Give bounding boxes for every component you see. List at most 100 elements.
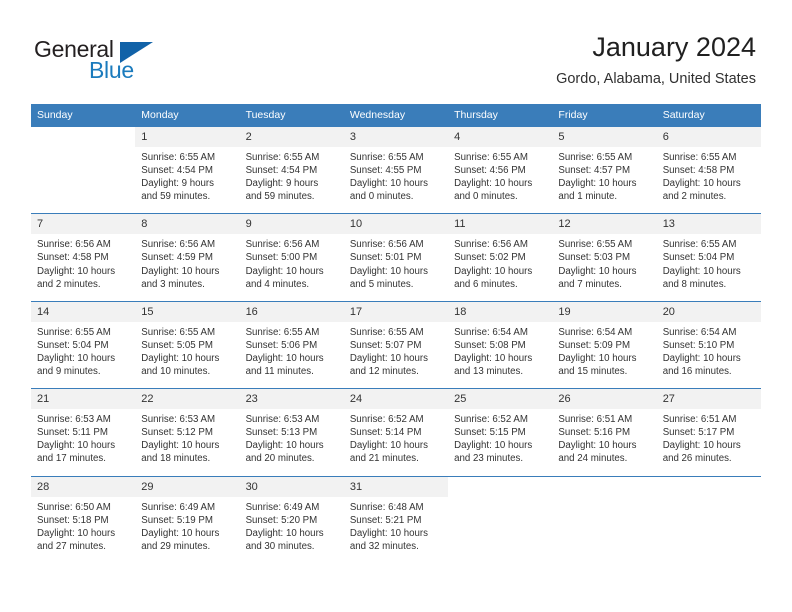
calendar-day-cell[interactable]: 12 Sunrise: 6:55 AM Sunset: 5:03 PM Dayligh…: [552, 213, 657, 301]
sunrise-time: Sunrise: 6:56 AM: [37, 239, 111, 251]
calendar-day-cell[interactable]: 1 Sunrise: 6:55 AM Sunset: 4:54 PM Daylight…: [135, 126, 240, 214]
calendar-day-cell[interactable]: 14 Sunrise: 6:55 AM Sunset: 5:04 PM Dayligh…: [31, 300, 136, 389]
daylight-duration-line2: and 7 minutes.: [558, 278, 622, 290]
day-sun-info: [31, 147, 136, 203]
calendar-day-cell[interactable]: 3 Sunrise: 6:55 AM Sunset: 4:55 PM Daylight…: [343, 126, 449, 214]
daylight-duration-line2: and 6 minutes.: [454, 278, 518, 290]
day-sun-info: Sunrise: 6:55 AM Sunset: 4:57 PM Daylight:…: [552, 147, 657, 214]
day-sun-info: Sunrise: 6:55 AM Sunset: 5:04 PM Daylight:…: [656, 234, 761, 301]
calendar-day-cell[interactable]: 23 Sunrise: 6:53 AM Sunset: 5:13 PM Dayligh…: [239, 388, 344, 476]
calendar-day-cell[interactable]: 28 Sunrise: 6:50 AM Sunset: 5:18 PM Dayligh…: [31, 475, 136, 563]
calendar-day-cell[interactable]: 18 Sunrise: 6:54 AM Sunset: 5:08 PM Dayligh…: [448, 300, 553, 389]
calendar-day-cell[interactable]: 8 Sunrise: 6:56 AM Sunset: 4:59 PM Daylight…: [135, 213, 240, 301]
daylight-duration-line2: and 23 minutes.: [454, 453, 524, 465]
daylight-duration-line2: and 59 minutes.: [141, 191, 211, 203]
daylight-duration-line1: Daylight: 10 hours: [662, 178, 741, 190]
sunrise-time: Sunrise: 6:54 AM: [662, 326, 737, 338]
sunset-time: Sunset: 4:56 PM: [454, 165, 526, 177]
calendar-day-cell[interactable]: 30 Sunrise: 6:49 AM Sunset: 5:20 PM Dayligh…: [239, 475, 344, 563]
calendar-week-row: 1 Sunrise: 6:55 AM Sunset: 4:54 PM Daylight…: [31, 126, 761, 214]
day-number: 13: [656, 213, 761, 235]
calendar-day-cell[interactable]: 9 Sunrise: 6:56 AM Sunset: 5:00 PM Daylight…: [239, 213, 344, 301]
calendar-day-cell[interactable]: 5 Sunrise: 6:55 AM Sunset: 4:57 PM Daylight…: [552, 126, 657, 214]
day-sun-info: [448, 496, 553, 553]
day-sun-info: Sunrise: 6:55 AM Sunset: 4:56 PM Daylight:…: [448, 147, 553, 214]
sunrise-time: Sunrise: 6:49 AM: [141, 501, 216, 513]
daylight-duration-line2: and 18 minutes.: [141, 453, 211, 465]
sunset-time: Sunset: 4:58 PM: [662, 165, 735, 177]
calendar-day-cell[interactable]: 15 Sunrise: 6:55 AM Sunset: 5:05 PM Dayligh…: [135, 300, 240, 389]
sunset-time: Sunset: 4:58 PM: [37, 252, 109, 264]
calendar-day-cell[interactable]: 6 Sunrise: 6:55 AM Sunset: 4:58 PM Daylight…: [656, 126, 761, 214]
calendar-day-cell[interactable]: 22 Sunrise: 6:53 AM Sunset: 5:12 PM Dayligh…: [135, 388, 240, 476]
day-sun-info: Sunrise: 6:53 AM Sunset: 5:13 PM Daylight:…: [239, 409, 344, 476]
day-number: 23: [239, 388, 344, 410]
daylight-duration-line1: Daylight: 10 hours: [349, 265, 428, 277]
day-number: 21: [31, 388, 136, 410]
daylight-duration-line1: Daylight: 10 hours: [454, 352, 533, 364]
daylight-duration-line1: Daylight: 10 hours: [558, 352, 637, 364]
daylight-duration-line2: and 0 minutes.: [454, 191, 518, 203]
calendar-day-cell[interactable]: 7 Sunrise: 6:56 AM Sunset: 4:58 PM Daylight…: [31, 213, 136, 301]
calendar-day-cell[interactable]: 29 Sunrise: 6:49 AM Sunset: 5:19 PM Dayligh…: [135, 475, 240, 563]
sunrise-time: Sunrise: 6:55 AM: [141, 326, 216, 338]
day-number: 20: [656, 300, 761, 322]
daylight-duration-line1: Daylight: 10 hours: [662, 352, 741, 364]
day-number: 27: [656, 388, 761, 410]
sunset-time: Sunset: 5:17 PM: [662, 427, 735, 439]
day-number: 5: [552, 126, 657, 147]
daylight-duration-line2: and 24 minutes.: [558, 453, 628, 465]
daylight-duration-line2: and 26 minutes.: [662, 453, 732, 465]
calendar-day-cell[interactable]: 24 Sunrise: 6:52 AM Sunset: 5:14 PM Dayligh…: [343, 388, 449, 476]
sunrise-time: Sunrise: 6:53 AM: [141, 414, 216, 426]
calendar-day-cell[interactable]: 11 Sunrise: 6:56 AM Sunset: 5:02 PM Dayligh…: [448, 213, 553, 301]
calendar-day-cell[interactable]: 13 Sunrise: 6:55 AM Sunset: 5:04 PM Dayligh…: [656, 213, 761, 301]
sunset-time: Sunset: 5:09 PM: [558, 339, 631, 351]
daylight-duration-line1: Daylight: 10 hours: [349, 440, 428, 452]
calendar-week-row: 28 Sunrise: 6:50 AM Sunset: 5:18 PM Dayligh…: [31, 475, 761, 563]
day-sun-info: [552, 496, 657, 553]
calendar-day-cell[interactable]: 10 Sunrise: 6:56 AM Sunset: 5:01 PM Dayligh…: [343, 213, 449, 301]
sunrise-time: Sunrise: 6:55 AM: [349, 152, 424, 163]
daylight-duration-line2: and 11 minutes.: [245, 366, 314, 378]
day-number: [31, 126, 136, 147]
weekday-header-tuesday: Tuesday: [239, 104, 344, 126]
daylight-duration-line1: Daylight: 10 hours: [558, 440, 637, 452]
daylight-duration-line1: Daylight: 10 hours: [454, 178, 533, 190]
day-number: [552, 475, 657, 497]
calendar-day-cell[interactable]: 17 Sunrise: 6:55 AM Sunset: 5:07 PM Dayligh…: [343, 300, 449, 389]
daylight-duration-line1: Daylight: 10 hours: [141, 352, 220, 364]
sunrise-time: Sunrise: 6:55 AM: [37, 326, 111, 338]
calendar-day-cell[interactable]: 16 Sunrise: 6:55 AM Sunset: 5:06 PM Dayligh…: [239, 300, 344, 389]
calendar-day-cell[interactable]: 25 Sunrise: 6:52 AM Sunset: 5:15 PM Dayligh…: [448, 388, 553, 476]
day-sun-info: Sunrise: 6:54 AM Sunset: 5:08 PM Daylight:…: [448, 321, 553, 389]
daylight-duration-line1: Daylight: 10 hours: [349, 178, 428, 190]
daylight-duration-line2: and 2 minutes.: [662, 191, 727, 203]
daylight-duration-line2: and 27 minutes.: [37, 540, 106, 552]
calendar-day-cell[interactable]: 31 Sunrise: 6:48 AM Sunset: 5:21 PM Dayligh…: [343, 475, 449, 563]
calendar-day-cell-empty: [552, 475, 657, 563]
day-number: [448, 475, 553, 497]
calendar-day-cell[interactable]: 19 Sunrise: 6:54 AM Sunset: 5:09 PM Dayligh…: [552, 300, 657, 389]
daylight-duration-line1: Daylight: 10 hours: [662, 440, 741, 452]
daylight-duration-line1: Daylight: 10 hours: [141, 265, 220, 277]
calendar-day-cell[interactable]: 2 Sunrise: 6:55 AM Sunset: 4:54 PM Daylight…: [239, 126, 344, 214]
weekday-header-wednesday: Wednesday: [343, 104, 449, 126]
daylight-duration-line1: Daylight: 9 hours: [245, 178, 319, 190]
day-sun-info: Sunrise: 6:56 AM Sunset: 4:58 PM Daylight:…: [31, 234, 136, 301]
day-number: 18: [448, 300, 553, 322]
calendar-day-cell[interactable]: 26 Sunrise: 6:51 AM Sunset: 5:16 PM Dayligh…: [552, 388, 657, 476]
calendar-day-cell[interactable]: 20 Sunrise: 6:54 AM Sunset: 5:10 PM Dayligh…: [656, 300, 761, 389]
calendar-day-cell[interactable]: 4 Sunrise: 6:55 AM Sunset: 4:56 PM Daylight…: [448, 126, 553, 214]
daylight-duration-line2: and 29 minutes.: [141, 540, 211, 552]
sunset-time: Sunset: 4:54 PM: [141, 165, 213, 177]
day-sun-info: Sunrise: 6:54 AM Sunset: 5:09 PM Daylight:…: [552, 321, 657, 389]
day-number: 30: [239, 475, 344, 497]
calendar-day-cell[interactable]: 27 Sunrise: 6:51 AM Sunset: 5:17 PM Dayligh…: [656, 388, 761, 476]
general-blue-logo[interactable]: General Blue: [34, 36, 164, 88]
daylight-duration-line1: Daylight: 9 hours: [141, 178, 214, 190]
day-number: 1: [135, 126, 240, 147]
sunrise-time: Sunrise: 6:54 AM: [454, 326, 528, 338]
sunset-time: Sunset: 5:07 PM: [349, 339, 422, 351]
calendar-day-cell[interactable]: 21 Sunrise: 6:53 AM Sunset: 5:11 PM Dayligh…: [31, 388, 136, 476]
